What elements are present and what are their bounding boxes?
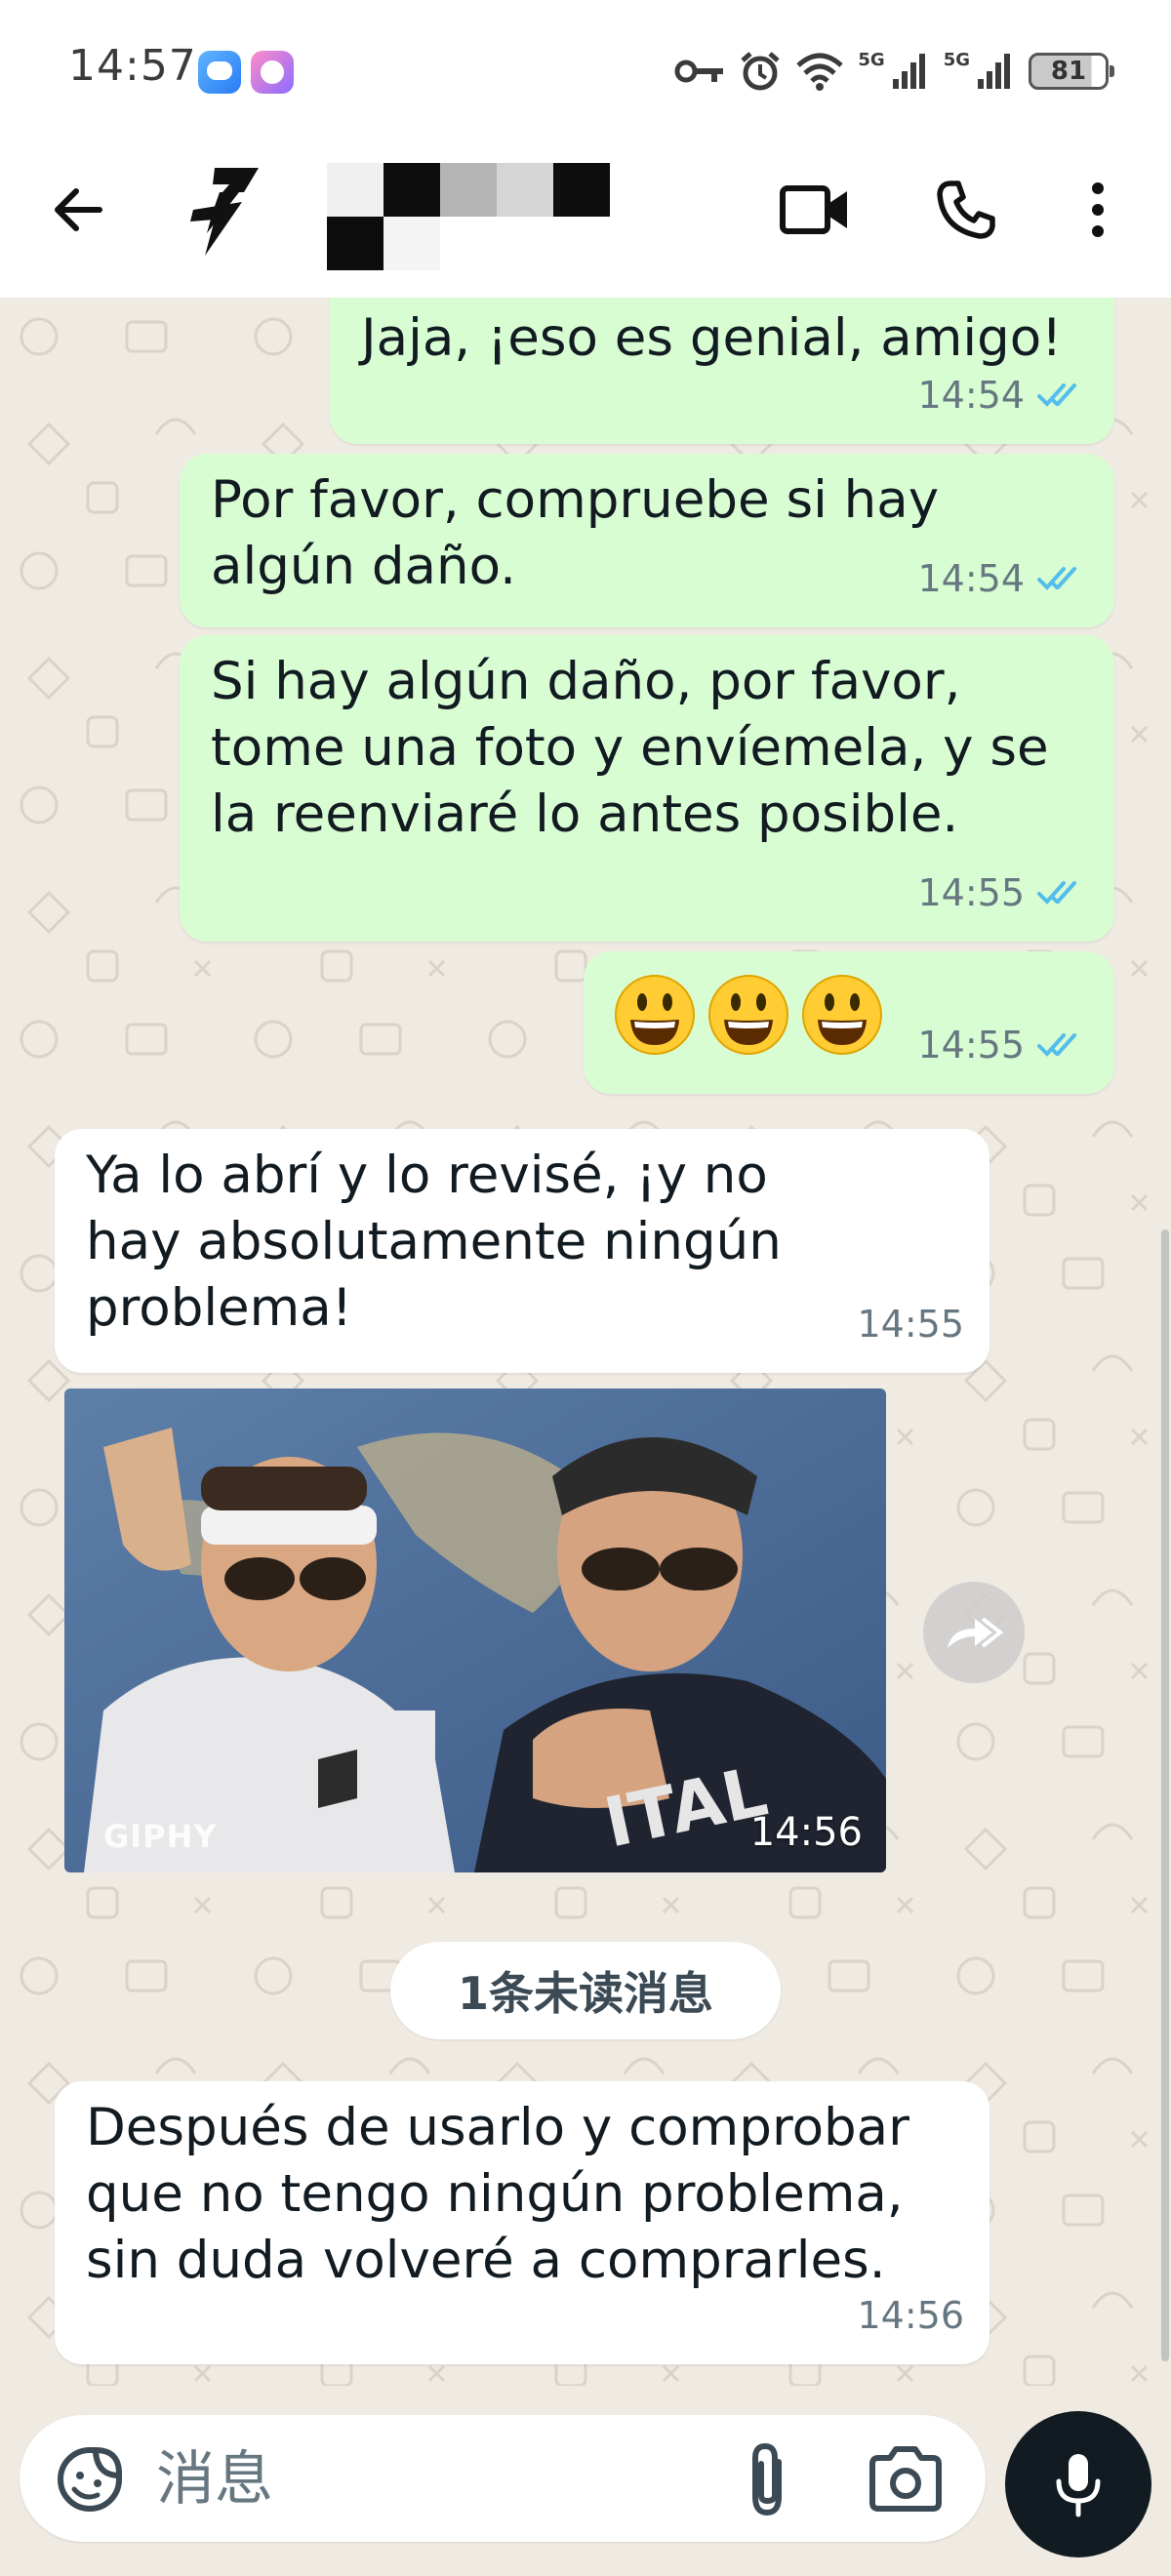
battery-level: 81 <box>1050 57 1087 86</box>
message-bubble-incoming[interactable]: Después de usarlo y comprobar que no ten… <box>55 2081 989 2364</box>
wifi-icon <box>796 53 844 91</box>
attach-button[interactable] <box>734 2440 802 2518</box>
pet-app-icon <box>251 51 294 94</box>
more-options-button[interactable] <box>1064 171 1132 249</box>
chat-header <box>0 141 1171 298</box>
message-meta: 14:56 <box>857 2282 964 2349</box>
camera-button[interactable] <box>867 2442 945 2516</box>
status-time: 14:57 <box>68 41 197 91</box>
network-type-2: 5G <box>943 50 970 70</box>
message-time: 14:56 <box>749 1810 863 1855</box>
read-ticks-icon <box>1037 881 1076 905</box>
lightning-logo-icon <box>190 168 259 256</box>
microphone-icon <box>1056 2454 1101 2517</box>
message-bubble-outgoing[interactable]: 14:55 <box>584 951 1114 1094</box>
avatar[interactable] <box>181 163 268 261</box>
video-call-button[interactable] <box>771 171 859 249</box>
camera-icon <box>869 2446 942 2512</box>
message-meta: 14:55 <box>917 1012 1089 1078</box>
message-input[interactable] <box>156 2433 703 2526</box>
status-bar: 14:57 5G 5G 81 <box>0 0 1171 141</box>
voice-message-button[interactable] <box>1005 2411 1151 2557</box>
more-vertical-icon <box>1092 182 1104 237</box>
message-time: 14:55 <box>917 871 1025 914</box>
message-time: 14:54 <box>917 557 1025 600</box>
video-call-icon <box>780 185 847 234</box>
message-text: Si hay algún daño, por favor, tome una f… <box>211 652 1049 844</box>
forward-button[interactable] <box>923 1582 1025 1683</box>
chat-area[interactable]: Jaja, ¡eso es genial, amigo! 14:54 Por f… <box>0 298 1171 2386</box>
message-app-icon <box>198 51 241 94</box>
sticker-button[interactable] <box>55 2444 125 2515</box>
voice-call-button[interactable] <box>922 171 1010 249</box>
message-time: 14:54 <box>917 374 1025 417</box>
status-icons: 5G 5G 81 <box>674 47 1114 96</box>
grinning-face-icon <box>708 975 788 1055</box>
message-time: 14:56 <box>857 2294 964 2337</box>
message-text: Después de usarlo y comprobar que no ten… <box>86 2098 909 2290</box>
message-meta: 14:54 <box>917 545 1089 612</box>
composer-field[interactable] <box>20 2415 986 2542</box>
message-bubble-outgoing[interactable]: Si hay algún daño, por favor, tome una f… <box>180 635 1114 942</box>
gif-message[interactable]: ITAL GIPHY 14:56 <box>64 1389 886 1872</box>
read-ticks-icon <box>1037 1033 1076 1057</box>
alarm-icon <box>741 52 781 91</box>
composer-bar <box>0 2386 1171 2576</box>
message-time: 14:55 <box>857 1303 964 1346</box>
forward-icon <box>948 1617 1004 1648</box>
message-meta: 14:55 <box>917 860 1089 926</box>
message-bubble-outgoing[interactable]: Por favor, compruebe si hay algún daño. … <box>180 454 1114 627</box>
signal-icon <box>978 54 1010 89</box>
emoji-row <box>613 973 884 1057</box>
message-meta: 14:55 <box>857 1291 964 1357</box>
paperclip-icon <box>752 2442 782 2516</box>
read-ticks-icon <box>1037 567 1076 590</box>
giphy-watermark: GIPHY <box>103 1818 218 1855</box>
grinning-face-icon <box>802 975 882 1055</box>
phone-icon <box>937 181 995 239</box>
message-time: 14:55 <box>917 1024 1025 1067</box>
message-meta: 14:54 <box>917 362 1089 428</box>
arrow-left-icon <box>55 188 102 231</box>
read-ticks-icon <box>1037 383 1076 407</box>
message-bubble-outgoing[interactable]: Jaja, ¡eso es genial, amigo! 14:54 <box>330 298 1114 444</box>
sticker-icon <box>58 2447 122 2512</box>
signal-icon <box>892 54 925 89</box>
grinning-face-icon <box>615 975 695 1055</box>
message-bubble-incoming[interactable]: Ya lo abrí y lo revisé, ¡y no hay absolu… <box>55 1129 989 1373</box>
gif-image: ITAL <box>64 1389 886 1872</box>
unread-divider: 1条未读消息 <box>390 1942 781 2039</box>
back-button[interactable] <box>39 171 117 249</box>
key-icon <box>674 60 724 83</box>
battery-icon: 81 <box>1029 53 1114 90</box>
message-text: Ya lo abrí y lo revisé, ¡y no hay absolu… <box>86 1146 782 1338</box>
scrollbar[interactable] <box>1161 1229 1169 2361</box>
network-type-1: 5G <box>858 50 885 70</box>
contact-name-redacted[interactable] <box>327 163 659 270</box>
